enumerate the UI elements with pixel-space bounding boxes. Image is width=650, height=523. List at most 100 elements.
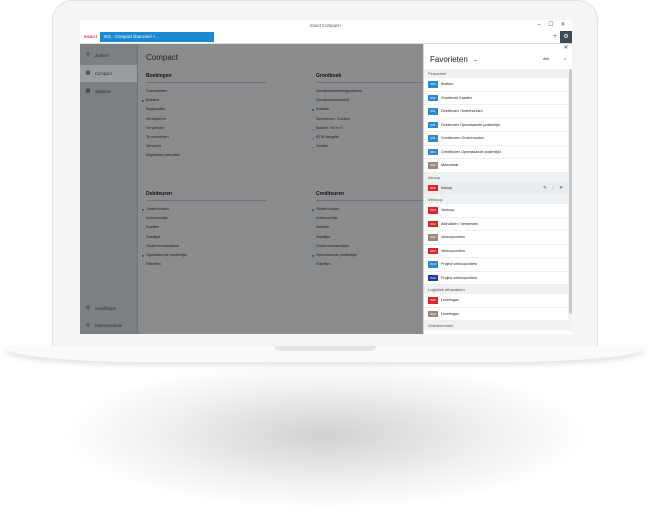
menu-item-label: Kaarten (316, 107, 330, 112)
favorite-item[interactable]: 001 Boeken (424, 78, 568, 92)
remove-favorite-icon[interactable]: ✕ (558, 182, 564, 195)
chevron-down-icon: ⌄ (311, 134, 315, 140)
sidebar-item-label: Systeem (95, 89, 112, 94)
exact-logo: EXACT (84, 34, 98, 39)
favorite-item[interactable]: 020 Project verkooporders (424, 272, 568, 285)
favorite-item[interactable]: 002 Afdrukken / Verwerken (424, 218, 568, 231)
menu-item[interactable]: Verwerkt (146, 142, 266, 151)
add-tab-button[interactable]: + (550, 31, 560, 43)
favorite-item[interactable]: 002 Inkoop ✎ ⋮ ✕ (424, 181, 568, 195)
chevron-down-icon: ⌄ (311, 125, 315, 131)
monitor-icon: ▩ (85, 88, 91, 94)
company-code-badge: 002 (428, 234, 438, 241)
menu-item[interactable]: ● Openstaande postenlijst (312, 251, 436, 260)
favorites-list: Financieel 001 Boeken 001 Grootboek Kaarten 0… (424, 69, 568, 330)
favorite-item-label: Verkoop (441, 208, 455, 212)
menu-item[interactable]: Verwijderen (146, 115, 266, 124)
menu-item[interactable]: Saldilijst (146, 233, 266, 242)
sidebar-item-klantenportaal[interactable]: ◎ Klantenportaal (80, 317, 137, 334)
menu-item[interactable]: Etiketten (146, 260, 266, 269)
section-heading: Grootboek (316, 70, 436, 83)
favorite-item[interactable]: 002 Verkooporders (424, 245, 568, 258)
favorite-item-label: Inkoop (441, 185, 453, 190)
sidebar-item-instellingen[interactable]: ⚙ Instellingen (80, 300, 137, 317)
app-area: ⚲ Zoeken ▦ Compact ▩ Systeem ⚙ Instellin… (80, 44, 572, 334)
menu-item[interactable]: ⌄ Grafiek (311, 142, 436, 151)
menu-item[interactable]: Ouderdomsanalyse (316, 242, 436, 251)
menu-item-label: Ouderdomsanalyse (146, 243, 179, 248)
favorite-item[interactable]: 002 Verkoop (424, 204, 568, 218)
menu-item[interactable]: ● Boeken (142, 96, 266, 105)
favorite-item[interactable]: 002 Leveringen (424, 294, 568, 308)
menu-item-label: Saldilijst (316, 234, 330, 239)
menu-item[interactable]: Saldilijst (316, 233, 436, 242)
menu-item-label: Saldilijst (146, 234, 160, 239)
favorites-filter[interactable]: Alle (543, 57, 549, 61)
more-options-icon[interactable]: ⋮ (550, 182, 556, 195)
scrollbar-thumb[interactable] (568, 69, 572, 314)
edit-pencil-icon[interactable]: ✎ (542, 182, 548, 195)
menu-item[interactable]: Verwerken (146, 124, 266, 133)
gear-icon: ⚙ (85, 305, 91, 311)
favorites-group-header: Logistiek afhandelen (424, 285, 568, 294)
menu-item[interactable]: Selecteren / Zoeken (316, 115, 436, 124)
menu-item[interactable]: ● Onderhouden (142, 205, 266, 214)
section-heading: Boekingen (146, 70, 266, 83)
menu-item[interactable]: ● Onderhouden (312, 205, 436, 214)
menu-item-label: Onderhouden (316, 207, 340, 211)
sidebar-item-label: Instellingen (95, 306, 117, 311)
pin-icon[interactable]: ✒ (474, 58, 477, 63)
main-content: Compact Boekingen Documenten ● Boeken Begins… (138, 44, 436, 334)
close-button[interactable]: ✕ (558, 20, 568, 31)
chevron-down-icon[interactable]: ⌄ (563, 56, 567, 62)
page-title: Compact (146, 53, 179, 62)
company-code-badge: 020 (428, 274, 438, 281)
favorite-item[interactable]: 010 Project verkooporders (424, 258, 568, 272)
section-grootboek: Grootboek Grootboekrekeningschema Grootboe… (311, 70, 436, 151)
favorite-item[interactable]: 002 Verkooporders (424, 231, 568, 245)
menu-item-label: Kaarten (316, 225, 330, 230)
favorite-item[interactable]: 001 Crediteuren Onderhouden (424, 132, 568, 146)
menu-item[interactable]: Grootboekrekeningschema (316, 87, 436, 96)
menu-item-label: Adressenlijst (146, 216, 168, 221)
menu-item[interactable]: Te verwerken (146, 133, 266, 142)
favorite-item[interactable]: 001 Grootboek Kaarten (424, 92, 568, 105)
sidebar-item-compact[interactable]: ▦ Compact (80, 65, 137, 82)
close-panel-icon[interactable]: ✕ (562, 44, 570, 52)
window-title: Exact Compact+ (310, 23, 342, 28)
settings-gear-icon[interactable]: ⚙ (560, 31, 572, 43)
sidebar-item-zoeken[interactable]: ⚲ Zoeken (80, 47, 137, 64)
menu-item[interactable]: ⌄ BTW aangifte (311, 133, 436, 142)
menu-item[interactable]: Afgesloten periodes (146, 151, 266, 160)
menu-item[interactable]: Etiketten (316, 260, 436, 269)
favorite-item[interactable]: 002 Memoriaal (424, 159, 568, 173)
menu-item[interactable]: Documenten (146, 87, 266, 96)
sidebar-item-systeem[interactable]: ▩ Systeem (80, 83, 137, 100)
dot-icon: ● (311, 207, 315, 212)
menu-item-label: Onderhouden (146, 207, 170, 211)
favorites-scrollbar[interactable] (568, 69, 572, 331)
minimize-button[interactable]: – (534, 20, 544, 31)
menu-item[interactable]: ● Kaarten (312, 105, 436, 114)
menu-item[interactable]: Adressenlijst (146, 214, 266, 223)
favorite-item[interactable]: 001 Debiteuren Onderhouden (424, 105, 568, 119)
menu-item[interactable]: ● Openstaande postenlijst (142, 251, 266, 260)
chevron-down-icon: ⌄ (311, 144, 315, 150)
menu-item[interactable]: Adressenlijst (316, 214, 436, 223)
menu-item-label: Grafiek (316, 144, 329, 149)
menu-item[interactable]: Beginsaldo (146, 105, 266, 114)
menu-item[interactable]: Grootboekoverzicht (316, 96, 436, 105)
favorite-item[interactable]: 002 Leveringen (424, 308, 568, 321)
menu-item[interactable]: Ouderdomsanalyse (146, 242, 266, 251)
maximize-button[interactable]: ☐ (546, 20, 556, 31)
menu-item[interactable]: ⌄ Balans / W en V (311, 124, 436, 133)
menu-item[interactable]: Kaarten (316, 223, 436, 232)
sidebar-item-label: Compact (95, 71, 112, 76)
menu-item-label: Documenten (146, 89, 168, 93)
favorite-item[interactable]: 001 Debiteuren Openstaande postenlijst (424, 119, 568, 132)
company-code-badge: 001 (428, 121, 438, 128)
favorite-item[interactable]: 001 Crediteuren Openstaande postenlijst (424, 146, 568, 159)
menu-item[interactable]: Kaarten (146, 223, 266, 232)
tab-compact-financieel[interactable]: 001 · Compact financieel +... (100, 32, 214, 42)
menu-item-label: Balans / W en V (316, 125, 344, 130)
